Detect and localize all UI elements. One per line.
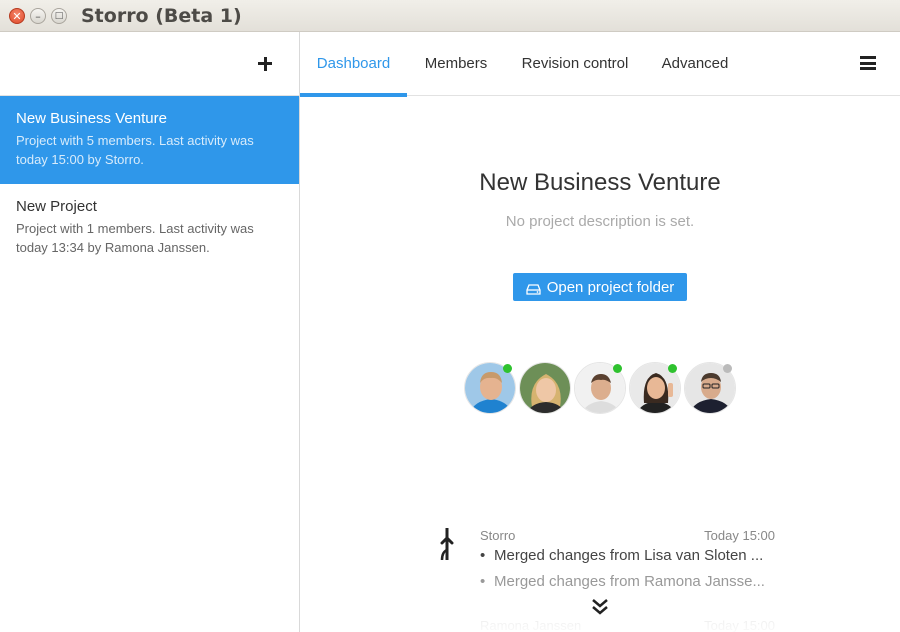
page-title: New Business Venture — [479, 169, 721, 196]
tab-revision-control[interactable]: Revision control — [505, 32, 645, 96]
tab-dashboard[interactable]: Dashboard — [300, 32, 407, 97]
sidebar-header — [0, 32, 299, 96]
project-item-new-project[interactable]: New Project Project with 1 members. Last… — [0, 184, 299, 272]
activity-time: Today 15:00 — [704, 528, 775, 543]
online-status-dot — [613, 364, 622, 373]
online-status-dot — [668, 364, 677, 373]
open-project-folder-button[interactable]: Open project folder — [513, 273, 687, 301]
hamburger-menu-icon[interactable] — [860, 56, 876, 70]
window-maximize-button[interactable]: □ — [51, 8, 67, 24]
project-name: New Business Venture — [16, 110, 167, 127]
window-minimize-button[interactable]: – — [30, 8, 46, 24]
activity-author: Storro — [480, 528, 516, 543]
activity-entry[interactable]: • Merged changes from Ramona Jansse... — [480, 573, 780, 590]
window-close-button[interactable]: ✕ — [9, 8, 25, 24]
tab-members[interactable]: Members — [407, 32, 505, 96]
activity-time-next: Today 15:00 — [704, 618, 775, 632]
project-description: Project with 5 members. Last activity wa… — [16, 133, 254, 167]
activity-entry[interactable]: • Merged changes from Lisa van Sloten ... — [480, 547, 780, 564]
open-project-folder-label: Open project folder — [546, 278, 675, 296]
activity-author-next: Ramona Janssen — [480, 618, 582, 632]
member-avatars — [464, 362, 739, 416]
main-panel: Dashboard Members Revision control Advan… — [300, 32, 900, 632]
window-title: Storro (Beta 1) — [81, 5, 242, 27]
project-name: New Project — [16, 198, 97, 215]
tab-bar: Dashboard Members Revision control Advan… — [300, 32, 900, 97]
add-project-button[interactable] — [255, 54, 275, 74]
offline-status-dot — [723, 364, 732, 373]
avatar[interactable] — [519, 362, 571, 414]
online-status-dot — [503, 364, 512, 373]
activity-feed: Storro Today 15:00 • Merged changes from … — [430, 522, 790, 632]
drive-icon — [526, 282, 541, 295]
project-description: Project with 1 members. Last activity wa… — [16, 221, 254, 255]
project-description-text: No project description is set. — [505, 213, 695, 230]
double-chevron-down-icon[interactable] — [590, 597, 610, 617]
tab-advanced[interactable]: Advanced — [645, 32, 745, 96]
merge-branch-icon — [438, 526, 458, 562]
project-item-new-business-venture[interactable]: New Business Venture Project with 5 memb… — [0, 96, 299, 184]
window-titlebar: ✕ – □ Storro (Beta 1) — [0, 0, 900, 32]
sidebar: New Business Venture Project with 5 memb… — [0, 32, 300, 632]
